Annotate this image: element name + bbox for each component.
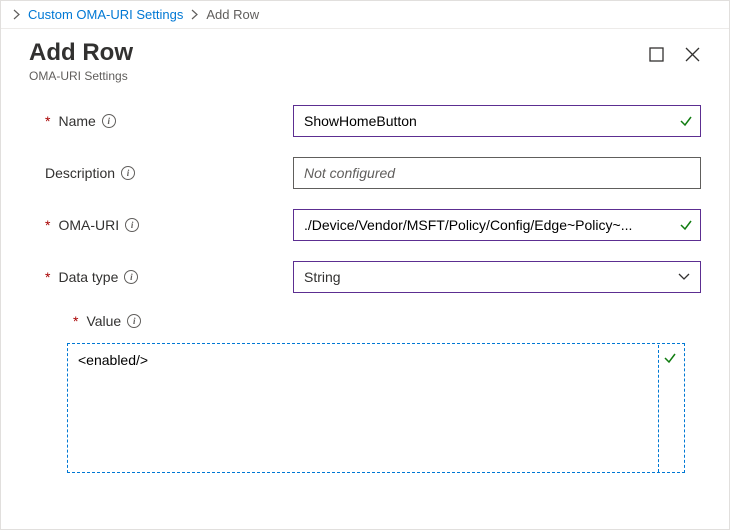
select-value: String [304,269,678,285]
page-subtitle: OMA-URI Settings [29,69,133,83]
row-oma-uri: * OMA-URI i [45,209,701,241]
chevron-down-icon [678,273,690,281]
label-name: Name [58,113,95,129]
chevron-right-icon [191,9,198,20]
breadcrumb-parent-link[interactable]: Custom OMA-URI Settings [28,7,183,22]
data-type-select[interactable]: String [293,261,701,293]
required-asterisk: * [45,269,50,285]
label-oma-uri: OMA-URI [58,217,119,233]
row-description: Description i [45,157,701,189]
label-data-type: Data type [58,269,118,285]
chevron-right-icon [13,9,20,20]
maximize-icon[interactable] [647,45,665,63]
required-asterisk: * [73,313,78,329]
breadcrumb-current: Add Row [206,7,259,22]
row-name: * Name i [45,105,701,137]
row-data-type: * Data type i String [45,261,701,293]
required-asterisk: * [45,217,50,233]
required-asterisk: * [45,113,50,129]
close-icon[interactable] [683,45,701,63]
name-input[interactable] [293,105,701,137]
panel-header: Add Row OMA-URI Settings [1,29,729,87]
breadcrumb: Custom OMA-URI Settings Add Row [1,1,729,29]
form: * Name i Description i * OMA-URI i [1,87,729,476]
info-icon[interactable]: i [102,114,116,128]
value-textarea[interactable] [67,343,685,473]
label-value: Value [86,313,121,329]
oma-uri-input[interactable] [293,209,701,241]
info-icon[interactable]: i [121,166,135,180]
info-icon[interactable]: i [124,270,138,284]
value-textarea-wrap [67,343,701,476]
row-value-label: * Value i [73,313,701,329]
info-icon[interactable]: i [125,218,139,232]
description-input[interactable] [293,157,701,189]
label-description: Description [45,165,115,181]
page-title: Add Row [29,39,133,67]
info-icon[interactable]: i [127,314,141,328]
